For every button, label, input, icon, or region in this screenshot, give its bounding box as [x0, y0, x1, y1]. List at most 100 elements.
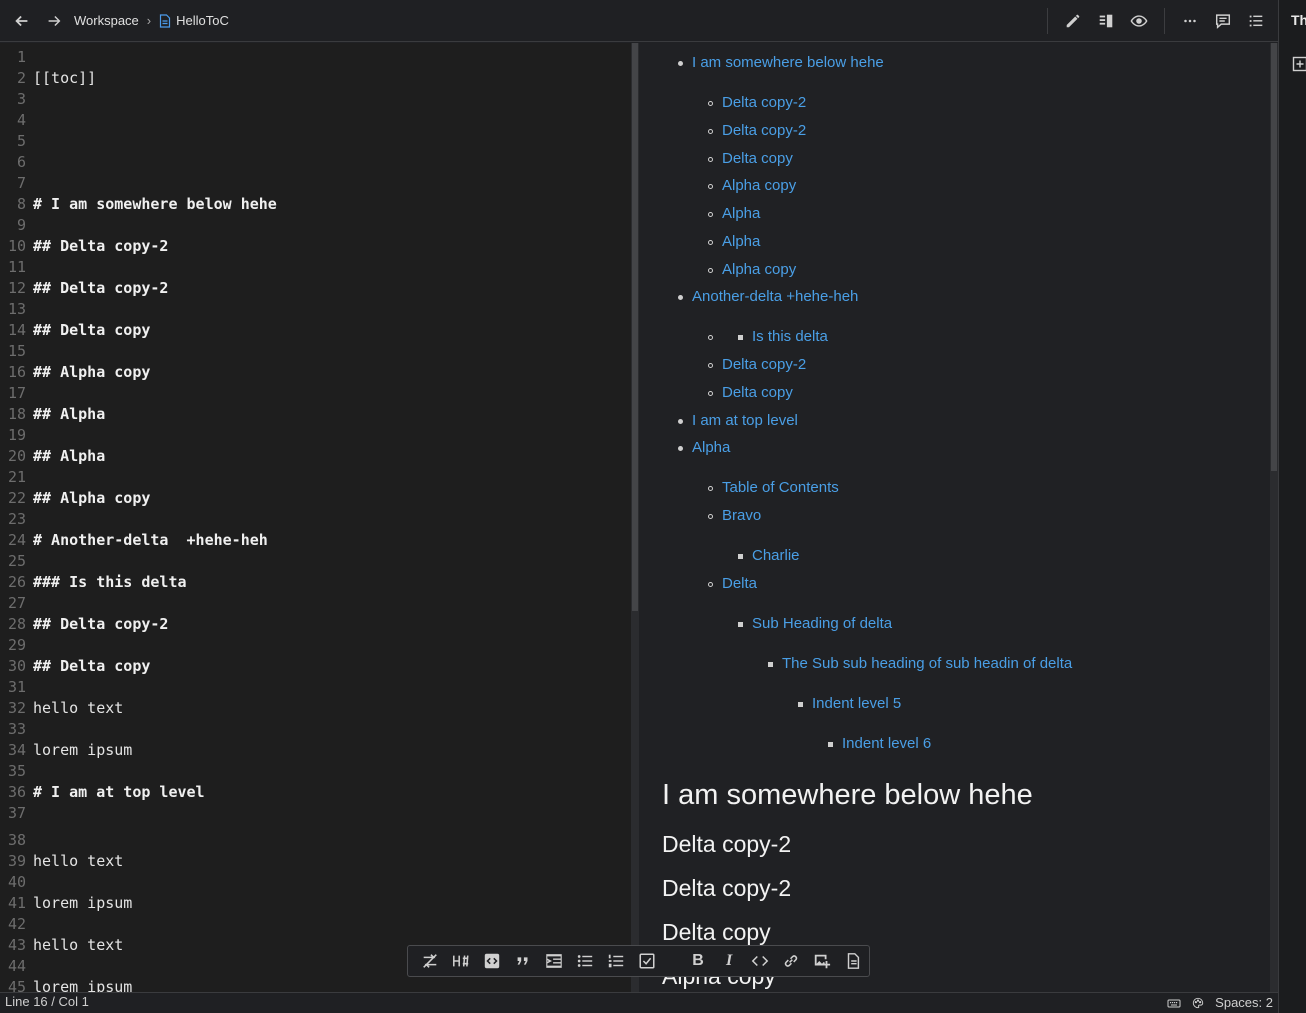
outline-button[interactable]: [1239, 6, 1272, 36]
breadcrumb-note[interactable]: HelloToC: [176, 13, 229, 28]
toc-link[interactable]: I am at top level: [692, 412, 798, 429]
edit-mode-button[interactable]: [1056, 6, 1089, 36]
link-button[interactable]: [776, 947, 807, 975]
editor-line[interactable]: 14 ## Delta copy: [0, 321, 631, 342]
editor-line[interactable]: 30 ## Delta copy: [0, 657, 631, 678]
editor-line[interactable]: 1: [0, 48, 631, 69]
editor-line[interactable]: 18 ## Alpha: [0, 405, 631, 426]
cursor-position[interactable]: Line 16 / Col 1: [5, 994, 89, 1009]
editor-line[interactable]: 2 [[toc]]: [0, 69, 631, 90]
editor-line[interactable]: 42: [0, 915, 631, 936]
add-icon[interactable]: [1292, 56, 1306, 72]
toc-link[interactable]: Sub Heading of delta: [752, 615, 892, 632]
editor-line[interactable]: 38: [0, 831, 631, 852]
toc-link[interactable]: Alpha: [692, 439, 730, 456]
editor-scrollbar[interactable]: [631, 43, 639, 992]
preview-mode-button[interactable]: [1122, 6, 1155, 36]
editor-line[interactable]: 17: [0, 384, 631, 405]
editor-line[interactable]: 29: [0, 636, 631, 657]
toc-link[interactable]: Delta copy: [722, 150, 793, 167]
editor-line[interactable]: 23: [0, 510, 631, 531]
indent-button[interactable]: [538, 947, 569, 975]
editor-line[interactable]: 6: [0, 153, 631, 174]
bold-button[interactable]: B: [682, 947, 713, 975]
keyboard-icon[interactable]: [1167, 997, 1181, 1009]
toc-link[interactable]: Another-delta +hehe-heh: [692, 288, 858, 305]
inline-code-button[interactable]: [745, 947, 776, 975]
editor-line[interactable]: 28 ## Delta copy-2: [0, 615, 631, 636]
editor-line[interactable]: 31: [0, 678, 631, 699]
preview-scrollbar[interactable]: [1270, 43, 1278, 992]
back-button[interactable]: [8, 7, 36, 35]
scrollbar-thumb[interactable]: [632, 43, 638, 611]
editor-line[interactable]: 25: [0, 552, 631, 573]
indentation-setting[interactable]: Spaces: 2: [1215, 995, 1273, 1010]
toc-link[interactable]: Indent level 5: [812, 695, 901, 712]
markdown-editor[interactable]: 1 2 [[toc]] 3 4 5 6 7 8 # I am somewhere below he…: [0, 43, 631, 992]
editor-line[interactable]: 11: [0, 258, 631, 279]
editor-line[interactable]: 20 ## Alpha: [0, 447, 631, 468]
toc-link[interactable]: Bravo: [722, 507, 761, 524]
editor-line[interactable]: 45 lorem ipsum: [0, 978, 631, 992]
editor-line[interactable]: 16 ## Alpha copy: [0, 363, 631, 384]
scrollbar-thumb[interactable]: [1271, 43, 1277, 471]
toggle-sync-button[interactable]: [414, 947, 445, 975]
editor-line[interactable]: 12 ## Delta copy-2: [0, 279, 631, 300]
breadcrumb-workspace[interactable]: Workspace: [74, 13, 139, 28]
numbered-list-button[interactable]: [601, 947, 632, 975]
toc-link[interactable]: I am somewhere below hehe: [692, 54, 884, 71]
editor-line[interactable]: 10 ## Delta copy-2: [0, 237, 631, 258]
editor-line[interactable]: 3: [0, 90, 631, 111]
editor-line[interactable]: 33: [0, 720, 631, 741]
palette-icon[interactable]: [1191, 997, 1205, 1009]
toc-link[interactable]: Alpha: [722, 233, 760, 250]
editor-line[interactable]: 8 # I am somewhere below hehe: [0, 195, 631, 216]
toc-link[interactable]: Table of Contents: [722, 479, 839, 496]
toc-link[interactable]: The Sub sub heading of sub headin of del…: [782, 655, 1072, 672]
editor-line[interactable]: 35: [0, 762, 631, 783]
editor-line[interactable]: 4: [0, 111, 631, 132]
editor-line[interactable]: 41 lorem ipsum: [0, 894, 631, 915]
toc-link[interactable]: Charlie: [752, 547, 800, 564]
toc-link[interactable]: Alpha copy: [722, 177, 796, 194]
editor-line[interactable]: 21: [0, 468, 631, 489]
editor-line[interactable]: 32 hello text: [0, 699, 631, 720]
editor-line[interactable]: 9: [0, 216, 631, 237]
toc-link[interactable]: Delta copy-2: [722, 122, 806, 139]
editor-line[interactable]: 36 # I am at top level: [0, 783, 631, 804]
heading-button[interactable]: [445, 947, 476, 975]
code-block-button[interactable]: [476, 947, 507, 975]
bullet-list-button[interactable]: [569, 947, 600, 975]
toc-link[interactable]: Alpha copy: [722, 261, 796, 278]
editor-line[interactable]: 19: [0, 426, 631, 447]
forward-button[interactable]: [40, 7, 68, 35]
editor-line[interactable]: 13: [0, 300, 631, 321]
image-button[interactable]: [807, 947, 838, 975]
toc-link[interactable]: Alpha: [722, 205, 760, 222]
toc-link[interactable]: Delta: [722, 575, 757, 592]
toc-link[interactable]: Delta copy-2: [722, 94, 806, 111]
editor-line[interactable]: 34 lorem ipsum: [0, 741, 631, 762]
comments-button[interactable]: [1206, 6, 1239, 36]
checklist-button[interactable]: [632, 947, 663, 975]
editor-line[interactable]: 27: [0, 594, 631, 615]
editor-line[interactable]: 7: [0, 174, 631, 195]
split-view-button[interactable]: [1089, 6, 1122, 36]
editor-line[interactable]: 37: [0, 804, 631, 825]
editor-line[interactable]: 22 ## Alpha copy: [0, 489, 631, 510]
editor-line[interactable]: 5: [0, 132, 631, 153]
line-number: 23: [7, 510, 26, 528]
editor-line[interactable]: 40: [0, 873, 631, 894]
toc-link[interactable]: Indent level 6: [842, 735, 931, 752]
toc-link[interactable]: Delta copy: [722, 384, 793, 401]
toc-link[interactable]: Is this delta: [752, 328, 828, 345]
quote-button[interactable]: [507, 947, 538, 975]
attach-file-button[interactable]: [838, 947, 869, 975]
editor-line[interactable]: 24 # Another-delta +hehe-heh: [0, 531, 631, 552]
toc-link[interactable]: Delta copy-2: [722, 356, 806, 373]
italic-button[interactable]: I: [714, 947, 745, 975]
editor-line[interactable]: 15: [0, 342, 631, 363]
editor-line[interactable]: 26 ### Is this delta: [0, 573, 631, 594]
editor-line[interactable]: 39 hello text: [0, 852, 631, 873]
more-button[interactable]: [1173, 6, 1206, 36]
